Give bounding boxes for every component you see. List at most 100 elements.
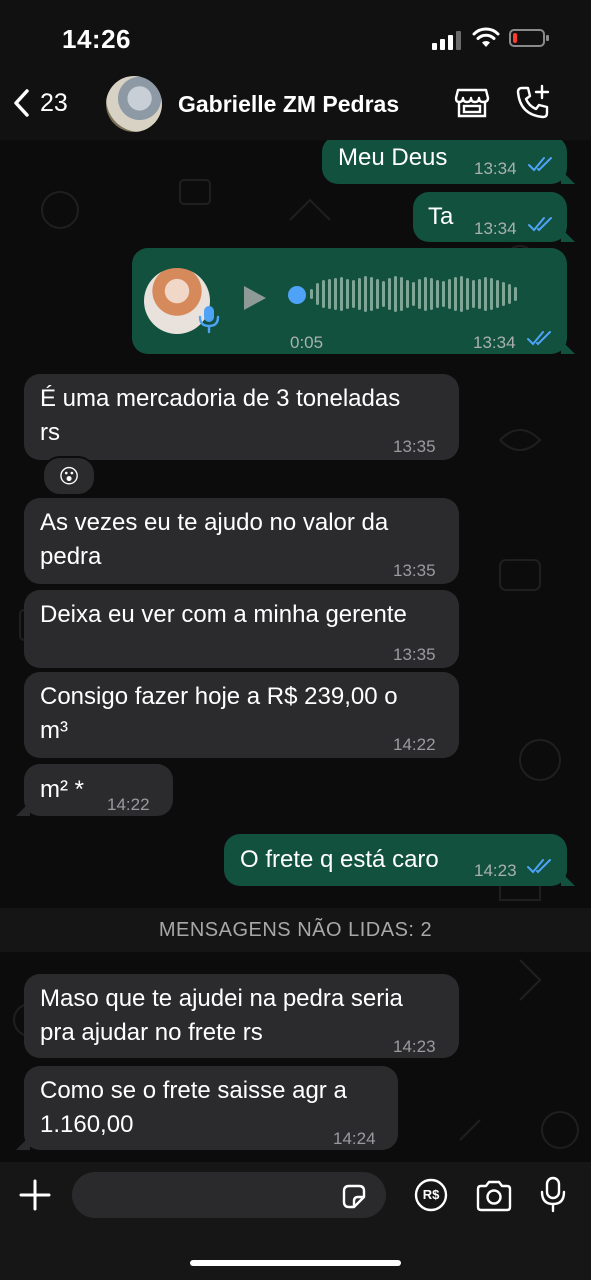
store-icon[interactable] (454, 84, 490, 120)
message-time: 13:35 (393, 561, 436, 580)
voice-duration: 0:05 (290, 333, 324, 352)
waveform-bar (322, 280, 325, 308)
waveform-bar (502, 282, 505, 306)
read-receipt-icon (528, 217, 552, 232)
battery-icon (509, 29, 549, 47)
message-time: 13:34 (474, 159, 517, 178)
status-bar: 14:26 (0, 0, 591, 70)
read-receipt-icon (527, 859, 551, 874)
waveform-bar (472, 280, 475, 308)
message-bubble-incoming[interactable]: Maso que te ajudei na pedra seria pra aj… (24, 974, 459, 1058)
message-bubble-incoming[interactable]: É uma mercadoria de 3 toneladas rs 13:35 (24, 374, 459, 460)
waveform-bar (436, 280, 439, 308)
waveform-bar (490, 278, 493, 310)
cellular-signal-icon (432, 30, 462, 50)
waveform-bar (424, 277, 427, 311)
microphone-badge-icon (198, 306, 220, 334)
home-indicator[interactable] (190, 1260, 401, 1266)
message-text-line: Consigo fazer hoje a R$ 239,00 o (40, 683, 398, 710)
waveform-bar (430, 278, 433, 310)
waveform-bar (442, 281, 445, 307)
waveform-bar (484, 277, 487, 311)
message-bubble-incoming[interactable]: Deixa eu ver com a minha gerente 13:35 (24, 590, 459, 668)
waveform-bar (328, 279, 331, 309)
chat-area[interactable]: Meu Deus 13:34 Ta 13:34 0:05 13:34 É uma… (0, 140, 591, 1162)
unread-chats-count: 23 (40, 88, 68, 117)
voice-message-bubble[interactable]: 0:05 13:34 (132, 248, 575, 354)
waveform-bar (334, 278, 337, 310)
microphone-icon[interactable] (540, 1176, 566, 1214)
audio-waveform[interactable] (310, 274, 520, 314)
waveform-bar (340, 277, 343, 311)
message-bubble-incoming[interactable]: Como se o frete saisse agr a 1.160,00 14… (16, 1066, 398, 1150)
message-time: 14:23 (474, 861, 517, 880)
waveform-bar (460, 276, 463, 312)
waveform-bar (454, 277, 457, 311)
waveform-bar (478, 279, 481, 309)
message-time: 14:22 (393, 735, 436, 754)
contact-name[interactable]: Gabrielle ZM Pedras (178, 91, 399, 118)
message-bubble-incoming[interactable]: m² * 14:22 (16, 764, 173, 816)
message-time: 14:23 (393, 1037, 436, 1056)
waveform-bar (376, 279, 379, 309)
chevron-left-icon (14, 89, 29, 117)
waveform-bar (358, 278, 361, 310)
message-bubble-incoming[interactable]: Consigo fazer hoje a R$ 239,00 o m³ 14:2… (24, 672, 459, 758)
waveform-bar (388, 278, 391, 310)
message-text: Meu Deus (338, 144, 448, 171)
message-bubble-outgoing[interactable]: Ta 13:34 (413, 192, 575, 242)
message-text-line: Maso que te ajudei na pedra seria (40, 985, 403, 1012)
waveform-bar (394, 276, 397, 312)
back-button[interactable]: 23 (12, 88, 68, 118)
pix-payment-button[interactable]: R$ (414, 1178, 448, 1212)
message-time: 14:24 (333, 1129, 376, 1148)
waveform-bar (346, 279, 349, 309)
message-text-line: pra ajudar no frete rs (40, 1019, 263, 1046)
chat-header: 23 Gabrielle ZM Pedras (0, 70, 591, 140)
waveform-bar (364, 276, 367, 312)
read-receipt-icon (527, 331, 551, 346)
waveform-bar (400, 277, 403, 311)
waveform-bar (514, 287, 517, 301)
waveform-bar (352, 280, 355, 308)
message-input[interactable] (72, 1172, 386, 1218)
message-text-line: 1.160,00 (40, 1111, 134, 1138)
message-text: O frete q está caro (240, 846, 439, 873)
waveform-bar (412, 282, 415, 306)
message-text: m² * (40, 776, 84, 803)
message-input-bar: R$ (0, 1162, 591, 1280)
message-time: 13:34 (473, 333, 516, 352)
add-call-icon[interactable] (514, 84, 552, 122)
waveform-bar (382, 281, 385, 307)
waveform-bar (316, 283, 319, 305)
plus-icon[interactable] (18, 1178, 52, 1212)
waveform-bar (508, 284, 511, 304)
camera-icon[interactable] (475, 1180, 513, 1212)
message-text-line: rs (40, 419, 60, 446)
wifi-icon (472, 27, 500, 47)
message-text-line: É uma mercadoria de 3 toneladas (40, 385, 401, 412)
playback-position-dot[interactable] (288, 286, 306, 304)
message-time: 13:34 (474, 219, 517, 238)
waveform-bar (448, 279, 451, 309)
message-text-line: m³ (40, 717, 68, 744)
message-time: 13:35 (393, 437, 436, 456)
message-bubble-outgoing[interactable]: Meu Deus 13:34 (322, 140, 575, 184)
waveform-bar (418, 279, 421, 309)
message-text: Ta (428, 203, 454, 230)
message-reaction[interactable]: 😮 (42, 456, 96, 496)
contact-avatar[interactable] (106, 76, 162, 132)
read-receipt-icon (528, 157, 552, 172)
sticker-icon[interactable] (340, 1183, 368, 1211)
message-text: Deixa eu ver com a minha gerente (40, 601, 407, 628)
message-bubble-incoming[interactable]: As vezes eu te ajudo no valor da pedra 1… (24, 498, 459, 584)
message-text-line: Como se o frete saisse agr a (40, 1077, 347, 1104)
message-text-line: As vezes eu te ajudo no valor da (40, 509, 389, 536)
status-time: 14:26 (62, 24, 131, 54)
message-time: 14:22 (107, 795, 150, 814)
waveform-bar (310, 289, 313, 299)
message-bubble-outgoing[interactable]: O frete q está caro 14:23 (224, 834, 575, 886)
play-button-icon[interactable] (242, 284, 268, 312)
battery-level-fill (513, 33, 517, 43)
waveform-bar (370, 277, 373, 311)
